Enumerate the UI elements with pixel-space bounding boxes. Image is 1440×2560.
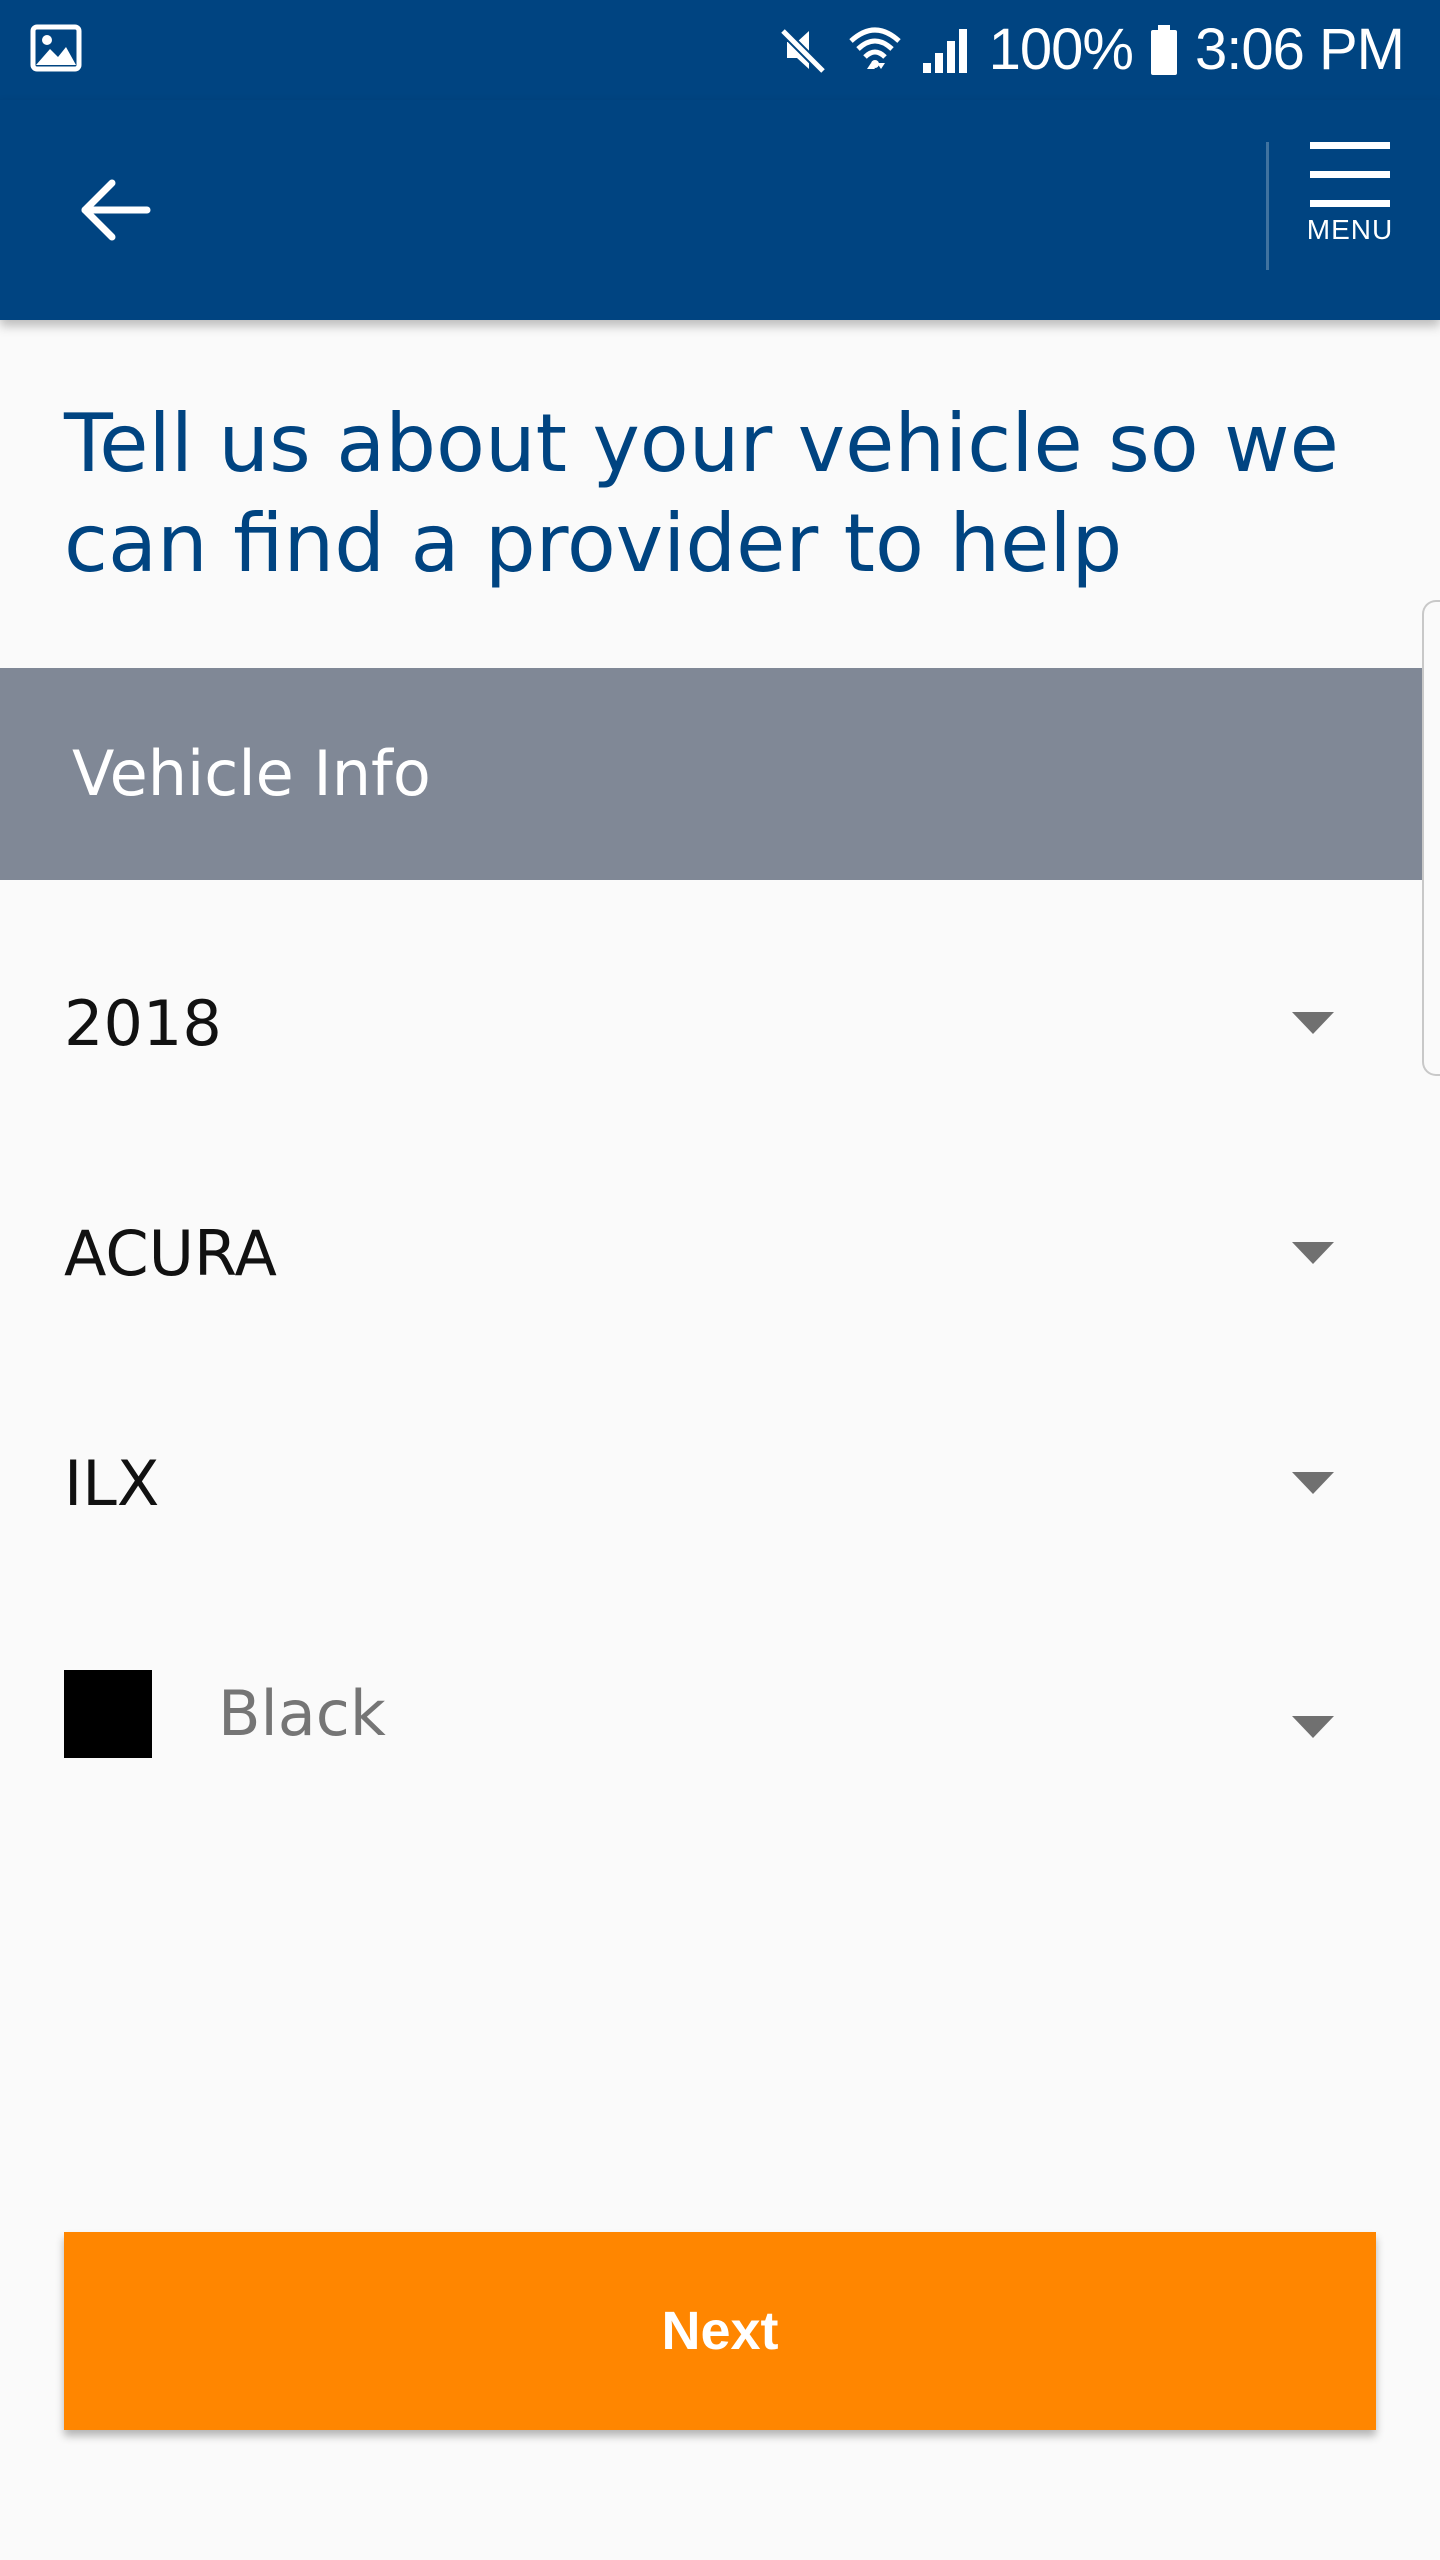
make-dropdown[interactable]: ACURA: [64, 1184, 1354, 1324]
back-button[interactable]: [60, 160, 170, 260]
dropdown-arrow-icon: [1292, 1012, 1334, 1034]
next-button[interactable]: Next: [64, 2232, 1376, 2430]
signal-icon: [922, 29, 967, 73]
battery-icon: [1151, 25, 1177, 75]
status-bar: 100% 3:06 PM: [0, 0, 1440, 100]
hamburger-menu-icon: [1310, 142, 1390, 207]
gallery-notification-icon: [30, 24, 82, 72]
section-title: Vehicle Info: [72, 737, 431, 810]
year-value: 2018: [64, 987, 222, 1060]
back-arrow-icon: [81, 179, 151, 241]
menu-divider: [1266, 142, 1269, 270]
page-heading: Tell us about your vehicle so we can fin…: [64, 397, 1339, 590]
dropdown-arrow-icon: [1292, 1472, 1334, 1494]
battery-percentage: 100%: [988, 17, 1134, 82]
color-swatch: [64, 1670, 152, 1758]
status-icons: 100% 3:06 PM: [777, 0, 1405, 100]
wifi-icon: [848, 27, 901, 69]
mute-icon: [779, 27, 826, 75]
dropdown-arrow-icon: [1292, 1242, 1334, 1264]
year-dropdown[interactable]: 2018: [64, 954, 1354, 1094]
app-bar: MENU: [0, 100, 1440, 320]
status-time: 3:06 PM: [1195, 17, 1405, 82]
menu-button[interactable]: MENU: [1280, 140, 1420, 280]
color-value: Black: [218, 1677, 386, 1750]
vehicle-info-section-header: Vehicle Info: [0, 668, 1422, 880]
scroll-indicator[interactable]: [1422, 600, 1440, 1076]
model-value: ILX: [64, 1447, 160, 1520]
model-dropdown[interactable]: ILX: [64, 1414, 1354, 1554]
dropdown-arrow-icon: [1292, 1716, 1334, 1738]
make-value: ACURA: [64, 1217, 277, 1290]
color-dropdown[interactable]: Black: [64, 1644, 1354, 1784]
menu-label: MENU: [1306, 214, 1394, 245]
